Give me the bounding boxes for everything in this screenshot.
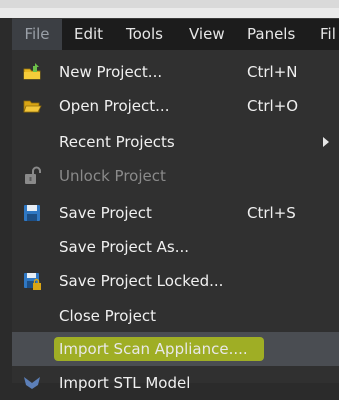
shortcut-label: Ctrl+O: [247, 97, 299, 115]
menu-item-save-project-as[interactable]: Save Project As...: [12, 230, 339, 264]
menu-bar: File Edit Tools View Panels Fil: [12, 18, 339, 50]
menu-item-label: Save Project: [59, 204, 152, 222]
menu-item-new-project[interactable]: New Project... Ctrl+N: [12, 55, 339, 89]
menu-item-recent-projects[interactable]: Recent Projects: [12, 125, 339, 159]
menu-view[interactable]: View: [189, 19, 225, 50]
top-edge: [0, 0, 339, 8]
menu-item-label: Save Project As...: [59, 238, 190, 256]
menu-item-label: Import Scan Appliance....: [59, 340, 248, 358]
menu-file[interactable]: File: [12, 19, 62, 50]
folder-open-icon: [22, 96, 42, 116]
menu-item-label: Recent Projects: [59, 133, 175, 151]
submenu-arrow-icon: [323, 137, 329, 147]
menu-item-label: Unlock Project: [59, 167, 166, 185]
menu-item-open-project[interactable]: Open Project... Ctrl+O: [12, 89, 339, 123]
menu-item-close-project[interactable]: Close Project: [12, 299, 339, 333]
file-menu-dropdown: New Project... Ctrl+N Open Project... Ct…: [12, 50, 339, 392]
floppy-lock-icon: [22, 271, 42, 291]
menu-item-unlock-project: Unlock Project: [12, 159, 339, 193]
menu-item-save-project[interactable]: Save Project Ctrl+S: [12, 196, 339, 230]
menu-item-label: Save Project Locked...: [59, 272, 224, 290]
menu-item-import-scan-appliance[interactable]: Import Scan Appliance....: [12, 332, 339, 366]
menu-item-import-stl-model[interactable]: Import STL Model: [12, 366, 339, 400]
unlock-icon: [22, 166, 42, 186]
shortcut-label: Ctrl+N: [247, 63, 298, 81]
menu-item-label: New Project...: [59, 63, 163, 81]
new-project-icon: [22, 62, 42, 82]
floppy-disk-icon: [22, 203, 42, 223]
menu-item-save-project-locked[interactable]: Save Project Locked...: [12, 264, 339, 298]
menu-edit[interactable]: Edit: [74, 19, 103, 50]
menu-file-cutoff[interactable]: Fil: [320, 19, 336, 50]
shortcut-label: Ctrl+S: [247, 204, 296, 222]
menu-item-label: Import STL Model: [59, 374, 191, 392]
stl-model-icon: [22, 371, 42, 391]
menu-item-label: Open Project...: [59, 97, 170, 115]
menu-item-label: Close Project: [59, 307, 156, 325]
menu-tools[interactable]: Tools: [126, 19, 163, 50]
window-top-strip: [0, 0, 339, 18]
menu-panels[interactable]: Panels: [247, 19, 295, 50]
